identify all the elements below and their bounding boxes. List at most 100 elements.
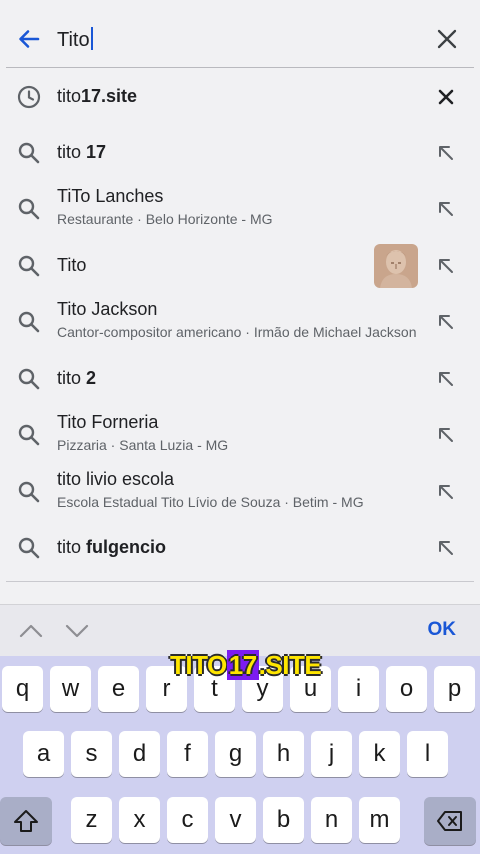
arrow-up-left-icon (439, 258, 453, 273)
watermark-text-pre: TITO (170, 650, 227, 680)
suggestion-title-typed: tito (57, 537, 87, 557)
key-f[interactable]: f (167, 731, 208, 777)
suggestion-title-typed: Tito Jackson (57, 299, 158, 319)
search-icon-wrap (16, 196, 42, 222)
suggestion-row[interactable]: tito livio escola Escola Estadual Tito Lí… (0, 463, 480, 520)
suggestion-title: TiTo Lanches (57, 186, 420, 207)
history-icon (17, 85, 41, 109)
suggestion-row[interactable]: tito 2 (0, 350, 480, 407)
suggestion-text: tito livio escola Escola Estadual Tito Lí… (57, 469, 420, 510)
search-icon (18, 424, 40, 446)
key-z[interactable]: z (71, 797, 112, 843)
suggestion-title: Tito Forneria (57, 412, 420, 433)
key-q[interactable]: q (2, 666, 43, 712)
remove-icon (438, 89, 454, 105)
arrow-up-left-icon (439, 202, 453, 216)
key-o[interactable]: o (386, 666, 427, 712)
search-icon-wrap (16, 535, 42, 561)
search-icon (18, 537, 40, 559)
suggestion-text: Tito Jackson Cantor-compositor americano … (57, 299, 420, 340)
key-x[interactable]: x (119, 797, 160, 843)
fill-query-button[interactable] (436, 425, 456, 445)
suggestion-thumbnail (374, 243, 418, 288)
key-i[interactable]: i (338, 666, 379, 712)
fill-query-button[interactable] (436, 199, 456, 219)
key-l[interactable]: l (407, 731, 448, 777)
search-query-text: Tito (57, 29, 90, 51)
key-v[interactable]: v (215, 797, 256, 843)
suggestion-text: Tito Forneria Pizzaria · Santa Luzia - MG (57, 412, 420, 453)
chevron-down-icon (65, 624, 89, 638)
history-icon-wrap (16, 84, 42, 110)
key-n[interactable]: n (311, 797, 352, 843)
key-w[interactable]: w (50, 666, 91, 712)
suggestion-row[interactable]: tito fulgencio (0, 520, 480, 576)
suggestion-title: Tito (57, 255, 420, 276)
key-a[interactable]: a (23, 731, 64, 777)
search-input[interactable]: Tito (57, 27, 93, 52)
search-icon-wrap (16, 253, 42, 279)
suggestion-text: tito17.site (57, 86, 420, 107)
key-p[interactable]: p (434, 666, 475, 712)
fill-query-button[interactable] (436, 482, 456, 502)
keyboard: qwertyuiopasdfghjklzxcvbnm (0, 656, 480, 854)
keyboard-toolbar: OK (0, 604, 480, 656)
suggestion-text: tito fulgencio (57, 537, 420, 558)
clear-search-button[interactable] (436, 28, 458, 50)
suggestion-title-completion: 17.site (81, 86, 138, 106)
suggestion-subtitle: Pizzaria · Santa Luzia - MG (57, 437, 229, 453)
search-bar-divider (6, 67, 474, 68)
suggestion-row[interactable]: TiTo Lanches Restaurante · Belo Horizonte… (0, 181, 480, 237)
remove-suggestion-button[interactable] (436, 87, 456, 107)
suggestion-title-typed: tito livio escola (57, 468, 175, 489)
key-c[interactable]: c (167, 797, 208, 843)
suggestion-row[interactable]: tito17.site (0, 70, 480, 124)
suggestion-text: tito 17 (57, 142, 420, 163)
fill-query-button[interactable] (436, 312, 456, 332)
search-icon-wrap (16, 366, 42, 392)
fill-query-button[interactable] (436, 538, 456, 558)
key-h[interactable]: h (263, 731, 304, 777)
arrow-up-left-icon (439, 371, 453, 386)
suggestion-row[interactable]: Tito Forneria Pizzaria · Santa Luzia - MG (0, 407, 480, 463)
arrow-up-left-icon (439, 428, 453, 442)
suggestion-title-typed: Tito Forneria (57, 412, 159, 432)
next-field-button[interactable] (64, 619, 90, 643)
suggestion-row[interactable]: Tito (0, 237, 480, 294)
chevron-up-icon (19, 624, 43, 638)
fill-query-button[interactable] (436, 369, 456, 389)
suggestion-text: TiTo Lanches Restaurante · Belo Horizonte… (57, 186, 420, 227)
arrow-up-left-icon (439, 315, 453, 329)
key-k[interactable]: k (359, 731, 400, 777)
backspace-key[interactable] (424, 797, 476, 845)
key-s[interactable]: s (71, 731, 112, 777)
previous-field-button[interactable] (18, 619, 44, 643)
ok-button[interactable]: OK (428, 619, 457, 641)
fill-query-button[interactable] (436, 143, 456, 163)
fill-query-button[interactable] (436, 256, 456, 276)
search-icon (18, 368, 40, 389)
suggestion-title: Tito Jackson (57, 299, 420, 320)
suggestion-subtitle: Restaurante · Belo Horizonte - MG (57, 211, 273, 227)
key-g[interactable]: g (215, 731, 256, 777)
watermark-overlay: TITO17.SITE (170, 650, 322, 681)
search-icon (18, 311, 40, 333)
key-d[interactable]: d (119, 731, 160, 777)
arrow-up-left-icon (439, 145, 453, 160)
key-m[interactable]: m (359, 797, 400, 843)
suggestions-footer-space (0, 582, 480, 604)
suggestion-row[interactable]: tito 17 (0, 124, 480, 181)
suggestion-title-typed: tito (57, 367, 87, 388)
search-icon (18, 142, 40, 163)
key-e[interactable]: e (98, 666, 139, 712)
suggestion-title-typed: TiTo Lanches (57, 186, 164, 206)
back-button[interactable] (14, 24, 44, 54)
suggestion-subtitle: Cantor-compositor americano · Irmão de M… (57, 324, 417, 340)
suggestion-row[interactable]: Tito Jackson Cantor-compositor americano … (0, 294, 480, 350)
key-j[interactable]: j (311, 731, 352, 777)
key-b[interactable]: b (263, 797, 304, 843)
suggestion-text: tito 2 (57, 368, 420, 389)
watermark-text-post: .SITE (258, 650, 322, 680)
suggestion-subtitle: Escola Estadual Tito Lívio de Souza · Be… (57, 493, 364, 510)
shift-key[interactable] (0, 797, 52, 845)
